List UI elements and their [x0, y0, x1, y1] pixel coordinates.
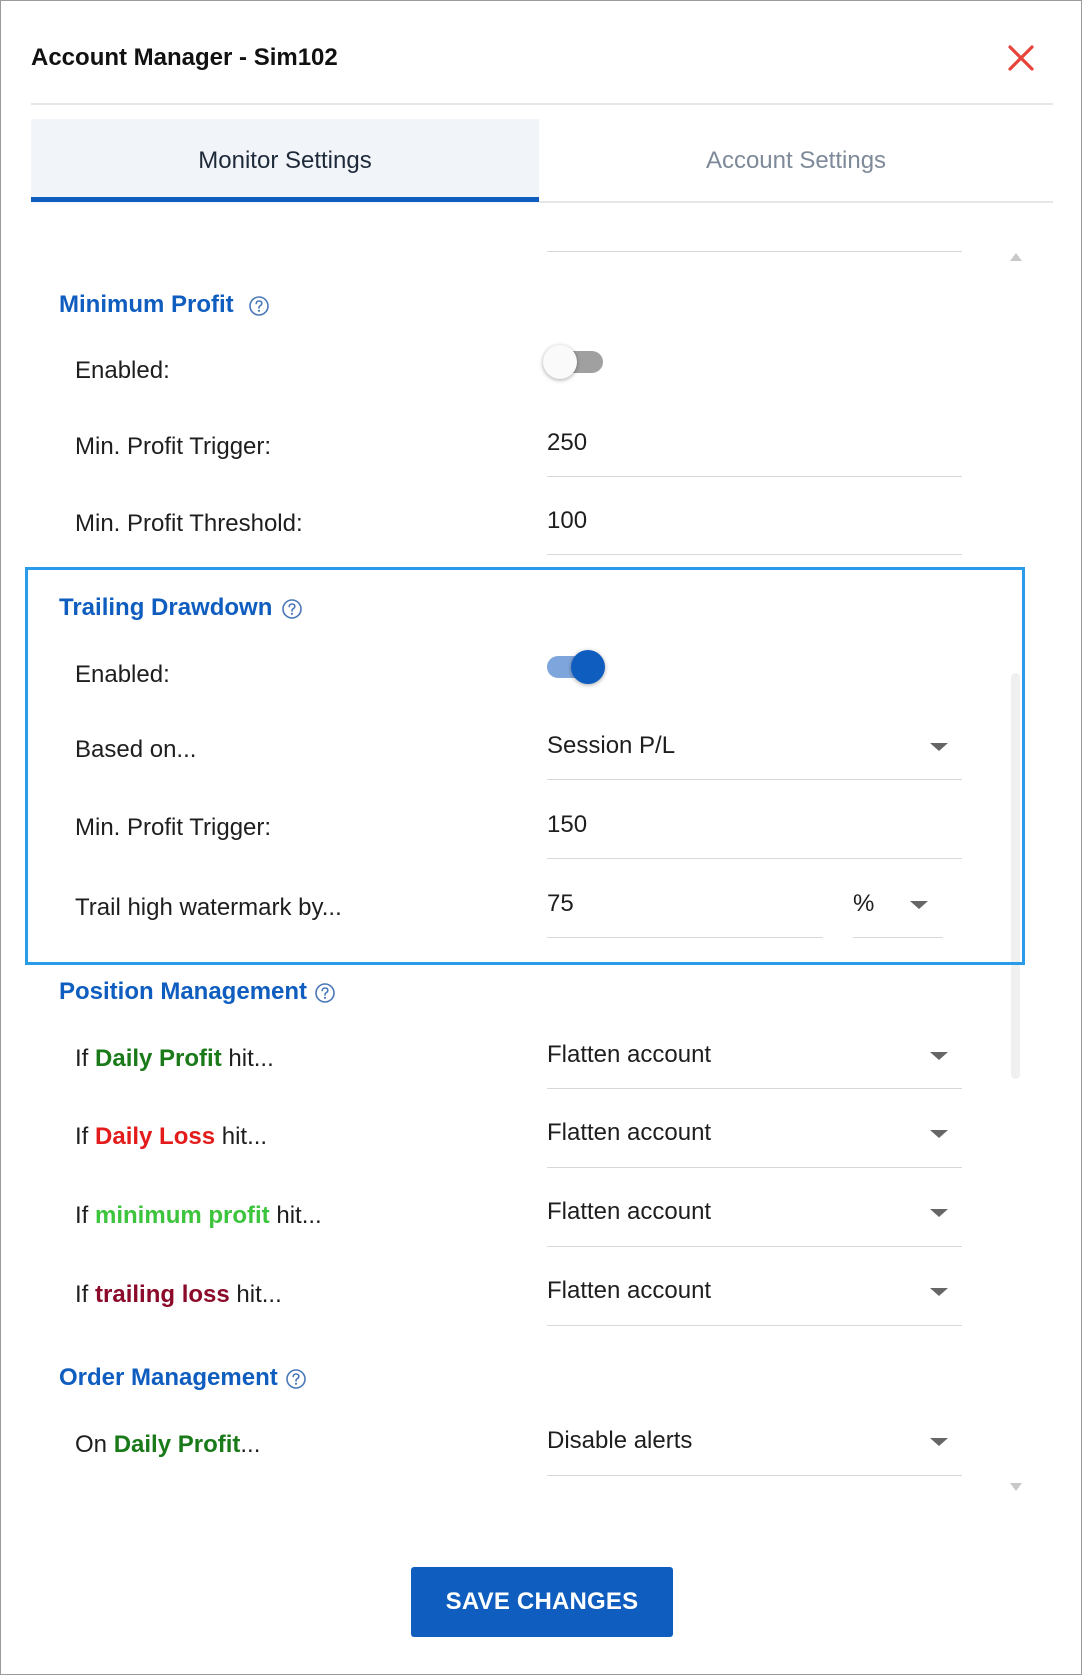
tab-label: Account Settings — [705, 147, 887, 174]
tab-monitor-settings[interactable]: Monitor Settings — [31, 119, 539, 203]
section-title-minimum-profit: Minimum Profit — [59, 291, 234, 318]
help-icon[interactable] — [248, 295, 270, 317]
field-underline — [547, 1325, 962, 1326]
field-underline — [547, 937, 823, 938]
order-rule-label: On Daily Profit... — [75, 1431, 261, 1458]
field-underline — [547, 251, 962, 252]
chevron-down-icon[interactable] — [930, 1052, 948, 1060]
chevron-down-icon[interactable] — [930, 1288, 948, 1296]
section-title-trailing-drawdown: Trailing Drawdown — [59, 594, 273, 621]
minimum-profit-trigger-input[interactable]: 250 — [547, 429, 587, 457]
position-action-select[interactable]: Flatten account — [547, 1041, 711, 1069]
minimum-profit-enabled-label: Enabled: — [75, 357, 170, 384]
keyword-daily-loss: Daily Loss — [95, 1123, 216, 1150]
based-on-select[interactable]: Session P/L — [547, 732, 675, 760]
trailing-trigger-input[interactable]: 150 — [547, 811, 587, 839]
minimum-profit-trigger-label: Min. Profit Trigger: — [75, 433, 272, 460]
tab-label: Monitor Settings — [198, 147, 372, 174]
based-on-label: Based on... — [75, 736, 197, 763]
chevron-down-icon[interactable] — [910, 901, 928, 909]
position-rule-label: If Daily Profit hit... — [75, 1045, 274, 1072]
keyword-daily-profit: Daily Profit — [113, 1431, 241, 1458]
header-divider — [31, 103, 1053, 105]
trail-unit-select[interactable]: % — [853, 890, 874, 918]
help-icon[interactable] — [314, 982, 336, 1004]
trailing-trigger-label: Min. Profit Trigger: — [75, 814, 272, 841]
trail-watermark-input[interactable]: 75 — [547, 890, 574, 918]
position-rule-label: If Daily Loss hit... — [75, 1123, 268, 1150]
close-icon[interactable] — [1004, 41, 1038, 75]
active-tab-indicator — [31, 197, 539, 202]
field-underline — [853, 937, 943, 938]
position-rule-label: If trailing loss hit... — [75, 1281, 282, 1308]
field-underline — [547, 476, 962, 477]
position-action-select[interactable]: Flatten account — [547, 1277, 711, 1305]
minimum-profit-threshold-input[interactable]: 100 — [547, 507, 587, 535]
help-icon[interactable] — [285, 1368, 307, 1390]
scroll-down-arrow-icon[interactable] — [1010, 1483, 1022, 1491]
tab-account-settings[interactable]: Account Settings — [539, 119, 1053, 203]
section-title-order-management: Order Management — [59, 1364, 278, 1391]
chevron-down-icon[interactable] — [930, 1209, 948, 1217]
save-changes-button[interactable]: SAVE CHANGES — [411, 1567, 673, 1637]
keyword-minimum-profit: minimum profit — [95, 1202, 270, 1229]
minimum-profit-threshold-label: Min. Profit Threshold: — [75, 510, 303, 537]
trailing-drawdown-enabled-label: Enabled: — [75, 661, 170, 688]
help-icon[interactable] — [281, 598, 303, 620]
field-underline — [547, 779, 962, 780]
scroll-up-arrow-icon[interactable] — [1010, 253, 1022, 261]
keyword-daily-profit: Daily Profit — [95, 1045, 222, 1072]
order-action-select[interactable]: Disable alerts — [547, 1427, 692, 1455]
section-title-position-management: Position Management — [59, 978, 308, 1005]
field-underline — [547, 554, 962, 555]
field-underline — [547, 1246, 962, 1247]
field-underline — [547, 1088, 962, 1089]
position-action-select[interactable]: Flatten account — [547, 1119, 711, 1147]
chevron-down-icon[interactable] — [930, 1438, 948, 1446]
chevron-down-icon[interactable] — [930, 1130, 948, 1138]
field-underline — [547, 1475, 962, 1476]
toggle-knob[interactable] — [543, 345, 577, 379]
keyword-trailing-loss: trailing loss — [95, 1281, 230, 1308]
position-rule-label: If minimum profit hit... — [75, 1202, 322, 1229]
field-underline — [547, 858, 962, 859]
field-underline — [547, 1167, 962, 1168]
account-manager-dialog: Account Manager - Sim102 Monitor Setting… — [0, 0, 1082, 1675]
tab-divider — [539, 201, 1053, 203]
chevron-down-icon[interactable] — [930, 743, 948, 751]
position-action-select[interactable]: Flatten account — [547, 1198, 711, 1226]
trail-watermark-label: Trail high watermark by... — [75, 894, 342, 921]
toggle-knob[interactable] — [571, 650, 605, 684]
dialog-title: Account Manager - Sim102 — [31, 44, 338, 71]
